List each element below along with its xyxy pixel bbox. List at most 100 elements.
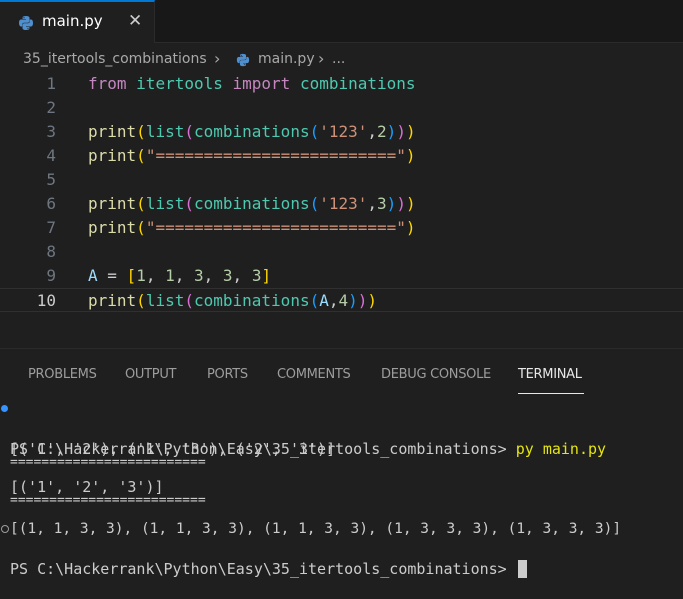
code-token: , (174, 266, 194, 285)
code-token: ( (136, 194, 146, 213)
code-line[interactable]: 6 print(list(combinations('123',3))) (0, 192, 683, 216)
code-token: ) (348, 291, 358, 310)
breadcrumb-file[interactable]: main.py (258, 51, 315, 67)
terminal-line: PS C:\Hackerrank\Python\Easy\35_itertool… (0, 519, 683, 578)
terminal-line: [(1, 1, 3, 3), (1, 1, 3, 3), (1, 1, 3, 3… (0, 499, 683, 537)
terminal-line: PS C:\Hackerrank\Python\Easy\35_itertool… (0, 399, 683, 458)
code-token: ) (357, 291, 368, 310)
tab-label: main.py (42, 12, 103, 30)
code-token: , (145, 266, 166, 285)
code-token: ( (309, 194, 320, 213)
code-token: itertools (136, 74, 223, 93)
line-number: 6 (46, 194, 56, 213)
breadcrumb: 35_itertools_combinations › main.py › ..… (0, 43, 683, 75)
command-idle-dot-icon[interactable] (1, 525, 9, 533)
code-token: ( (309, 291, 320, 310)
code-token: , (367, 194, 378, 213)
code-token: '123' (319, 122, 368, 141)
terminal-cursor (517, 560, 527, 578)
code-token: = (97, 266, 127, 285)
code-token: print (88, 218, 137, 237)
code-token: , (232, 266, 252, 285)
tab-output[interactable]: OUTPUT (125, 367, 176, 382)
code-token: combinations (193, 291, 310, 310)
code-token: ( (184, 122, 194, 141)
code-text: print("=========================") (88, 144, 416, 168)
code-token: ) (396, 194, 406, 213)
line-number: 2 (46, 98, 56, 117)
line-number: 10 (36, 291, 56, 310)
code-editor[interactable]: 1 from itertools import combinations 2 3 pri… (0, 72, 683, 348)
code-token: ( (309, 122, 320, 141)
code-token: "=========================" (145, 218, 406, 237)
code-token: print (88, 146, 137, 165)
code-text: print("=========================") (88, 216, 416, 240)
code-token: list (145, 291, 185, 310)
code-token: combinations (299, 74, 416, 93)
code-token: list (145, 122, 185, 141)
line-number: 1 (46, 74, 56, 93)
code-token: ) (386, 122, 397, 141)
code-token: print (88, 122, 137, 141)
command-success-dot-icon[interactable] (1, 405, 8, 412)
code-line[interactable]: 2 (0, 96, 683, 120)
tab-debug-console[interactable]: DEBUG CONSOLE (381, 367, 491, 382)
terminal-line: [('1', '2'), ('1', '3'), ('2', '3')] (0, 419, 683, 458)
code-token: 2 (377, 122, 387, 141)
tab-problems[interactable]: PROBLEMS (28, 367, 97, 382)
code-line[interactable]: 9 A = [1, 1, 3, 3, 3] (0, 264, 683, 288)
code-token: , (203, 266, 223, 285)
tab-comments[interactable]: COMMENTS (277, 367, 351, 382)
code-token: 1 (165, 266, 175, 285)
code-token: ( (136, 291, 146, 310)
line-number: 7 (46, 218, 56, 237)
code-token: ] (261, 266, 272, 285)
breadcrumb-more[interactable]: ... (332, 51, 345, 67)
code-token: ( (136, 218, 146, 237)
code-token: ) (396, 122, 406, 141)
code-token: A (319, 291, 329, 310)
code-line[interactable]: 8 (0, 240, 683, 264)
code-line[interactable]: 7 print("=========================") (0, 216, 683, 240)
terminal-line: [('1', '2', '3')] (0, 457, 683, 496)
terminal-line: ========================= (0, 477, 683, 508)
tab-ports[interactable]: PORTS (207, 367, 248, 382)
code-token: A (88, 266, 98, 285)
line-number: 9 (46, 266, 56, 285)
code-text: print(list(combinations('123',3))) (88, 192, 416, 216)
code-line[interactable]: 10 print(list(combinations(A,4))) (0, 288, 683, 312)
code-token: 4 (338, 291, 349, 310)
tab-main-py[interactable]: main.py ✕ (0, 0, 155, 43)
code-token: import (232, 74, 291, 93)
code-token: ) (405, 218, 416, 237)
code-line[interactable]: 5 (0, 168, 683, 192)
python-file-icon (19, 16, 33, 30)
code-token: , (328, 291, 339, 310)
code-text: print(list(combinations(A,4))) (88, 289, 377, 313)
line-number: 3 (46, 122, 56, 141)
code-line[interactable]: 3 print(list(combinations('123',2))) (0, 120, 683, 144)
code-token: ( (136, 146, 146, 165)
code-token: ) (405, 122, 416, 141)
close-tab-icon[interactable]: ✕ (128, 11, 142, 31)
code-token: '123' (319, 194, 368, 213)
code-token: combinations (193, 122, 310, 141)
code-token: ) (405, 146, 416, 165)
code-line[interactable]: 4 print("=========================") (0, 144, 683, 168)
line-number: 5 (46, 170, 56, 189)
code-token: ) (405, 194, 416, 213)
tab-terminal[interactable]: TERMINAL (518, 367, 582, 382)
active-tab-indicator (518, 393, 584, 394)
code-token: print (88, 291, 137, 310)
code-token: [ (126, 266, 137, 285)
code-token: ) (386, 194, 397, 213)
code-line[interactable]: 1 from itertools import combinations (0, 72, 683, 96)
python-file-icon (236, 53, 250, 67)
line-number: 4 (46, 146, 56, 165)
code-token: , (367, 122, 378, 141)
breadcrumb-folder[interactable]: 35_itertools_combinations (23, 51, 207, 67)
code-token: "=========================" (145, 146, 406, 165)
code-token: 3 (251, 266, 262, 285)
